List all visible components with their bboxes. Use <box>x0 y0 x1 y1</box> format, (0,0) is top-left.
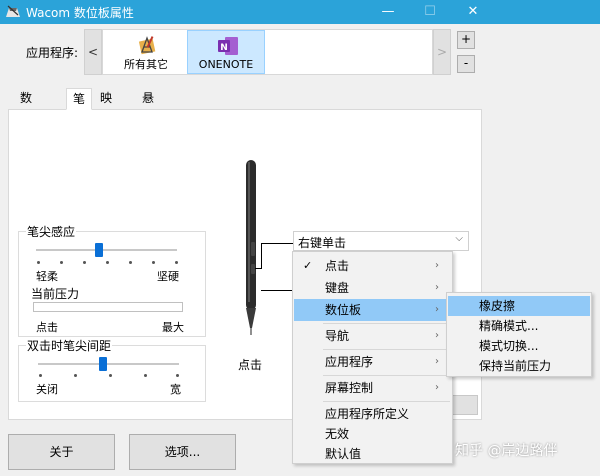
menu-separator <box>323 349 450 350</box>
app-tile-onenote[interactable]: N ONENOTE <box>187 30 265 74</box>
max-pressure-label: 最大 <box>162 321 184 334</box>
submenu-arrow-icon: › <box>435 356 439 367</box>
click-threshold-label: 点击 <box>36 321 58 334</box>
menu-item-label: 默认值 <box>325 447 362 461</box>
tab-tablet[interactable]: 数位板 <box>14 88 38 145</box>
menu-item-label: 数位板 <box>325 303 362 317</box>
wacom-app-icon <box>6 5 20 17</box>
slider-tick <box>176 374 179 377</box>
slider-tick <box>83 261 86 264</box>
submenu-arrow-icon: › <box>435 260 439 271</box>
slider-tick <box>144 374 147 377</box>
slider-tick <box>106 261 109 264</box>
svg-text:N: N <box>220 43 228 53</box>
slider-tick <box>175 261 178 264</box>
menu-item-label: 应用程序所定义 <box>325 407 410 421</box>
slider-tick <box>74 374 77 377</box>
tip-feel-soft-label: 轻柔 <box>36 270 58 283</box>
slider-tick <box>37 261 40 264</box>
check-icon: ✓ <box>303 259 313 272</box>
app-tile-label: 所有其它 <box>124 58 168 71</box>
menu-item-disabled[interactable]: 无效 <box>294 423 451 445</box>
double-click-wide-label: 宽 <box>170 383 181 396</box>
chevron-down-icon: ⌵ <box>455 233 463 244</box>
submenu-item-precision-mode[interactable]: 精确模式... <box>448 316 590 336</box>
title-bar: Wacom 数位板属性 — ☐ ✕ <box>0 0 600 24</box>
menu-item-default[interactable]: 默认值 <box>294 443 451 465</box>
all-apps-icon <box>138 36 156 55</box>
submenu-item-pressure-hold[interactable]: 保持当前压力 <box>448 356 590 376</box>
upper-button-connector <box>255 268 262 269</box>
remove-app-button[interactable]: - <box>457 55 475 73</box>
default-button-partial[interactable] <box>452 395 478 415</box>
menu-item-keyboard[interactable]: 键盘 › <box>294 277 451 299</box>
menu-separator <box>323 323 450 324</box>
menu-separator <box>323 375 450 376</box>
tip-feel-slider-track[interactable] <box>36 249 177 251</box>
close-button[interactable]: ✕ <box>455 2 491 22</box>
menu-item-label: 屏幕控制 <box>325 381 374 395</box>
window-title: Wacom 数位板属性 <box>26 6 134 20</box>
tip-feel-title: 笔尖感应 <box>26 223 77 240</box>
current-pressure-bar <box>33 302 183 312</box>
submenu-item-mode-toggle[interactable]: 模式切换... <box>448 336 590 356</box>
menu-item-navigation[interactable]: 导航 › <box>294 325 451 347</box>
submenu-arrow-icon: › <box>435 382 439 393</box>
menu-item-label: 无效 <box>325 427 350 441</box>
slider-tick <box>60 261 63 264</box>
tab-pen[interactable]: 笔 <box>66 88 93 110</box>
submenu-arrow-icon: › <box>435 304 439 315</box>
about-button[interactable]: 关于 <box>8 434 115 470</box>
menu-item-label: 应用程序 <box>325 355 374 369</box>
menu-item-label: 点击 <box>325 259 350 273</box>
menu-item-click[interactable]: ✓ 点击 › <box>294 255 451 277</box>
tip-feel-firm-label: 坚硬 <box>157 270 179 283</box>
side-button-dropdown-value: 右键单击 <box>298 236 347 250</box>
lower-button-connector <box>261 290 293 291</box>
submenu-item-eraser[interactable]: 橡皮擦 <box>448 296 590 316</box>
tablet-submenu: 橡皮擦 精确模式... 模式切换... 保持当前压力 <box>446 292 592 377</box>
menu-item-applications[interactable]: 应用程序 › <box>294 351 451 373</box>
slider-tick <box>129 261 132 264</box>
apps-label: 应用程序: <box>26 46 79 60</box>
app-list: 所有其它 N ONENOTE <box>102 29 433 75</box>
app-tile-label: ONENOTE <box>198 58 254 71</box>
slider-tick <box>39 374 42 377</box>
menu-item-tablet[interactable]: 数位板 › <box>294 299 451 321</box>
watermark: 知乎 @岸边路伴 <box>455 443 558 459</box>
menu-separator <box>323 401 450 402</box>
menu-item-label: 键盘 <box>325 281 350 295</box>
upper-button-connector <box>261 243 262 269</box>
submenu-arrow-icon: › <box>435 282 439 293</box>
pen-image <box>246 160 256 335</box>
minimize-button[interactable]: — <box>370 2 406 22</box>
submenu-arrow-icon: › <box>435 330 439 341</box>
upper-button-connector <box>261 243 293 244</box>
apps-scroll-right-button[interactable]: > <box>433 29 451 75</box>
tab-express-keys[interactable]: 悬窗快捷键 <box>136 88 160 185</box>
menu-item-app-defined[interactable]: 应用程序所定义 <box>294 403 451 425</box>
double-click-slider-thumb[interactable] <box>98 357 107 371</box>
slider-tick <box>152 261 155 264</box>
menu-item-screen-control[interactable]: 屏幕控制 › <box>294 377 451 399</box>
maximize-button[interactable]: ☐ <box>412 2 448 22</box>
menu-item-label: 导航 <box>325 329 350 343</box>
current-pressure-label: 当前压力 <box>31 287 80 301</box>
double-click-off-label: 关闭 <box>36 383 58 396</box>
double-click-distance-title: 双击时笔尖间距 <box>26 337 113 354</box>
apps-scroll-left-button[interactable]: < <box>84 29 102 75</box>
options-button[interactable]: 选项... <box>129 434 236 470</box>
onenote-icon: N <box>218 37 238 55</box>
tip-feel-slider-thumb[interactable] <box>95 243 104 257</box>
add-app-button[interactable]: + <box>457 31 475 49</box>
double-click-slider-track[interactable] <box>38 363 179 365</box>
slider-tick <box>109 374 112 377</box>
pen-tip-caption: 点击 <box>238 358 263 372</box>
function-context-menu: ✓ 点击 › 键盘 › 数位板 › 导航 › 应用程序 › 屏幕控制 › 应用程… <box>292 251 453 464</box>
tab-mapping[interactable]: 映射 <box>94 88 118 125</box>
side-button-dropdown[interactable]: 右键单击 ⌵ <box>293 231 469 251</box>
app-tile-all-others[interactable]: 所有其它 <box>107 30 185 74</box>
